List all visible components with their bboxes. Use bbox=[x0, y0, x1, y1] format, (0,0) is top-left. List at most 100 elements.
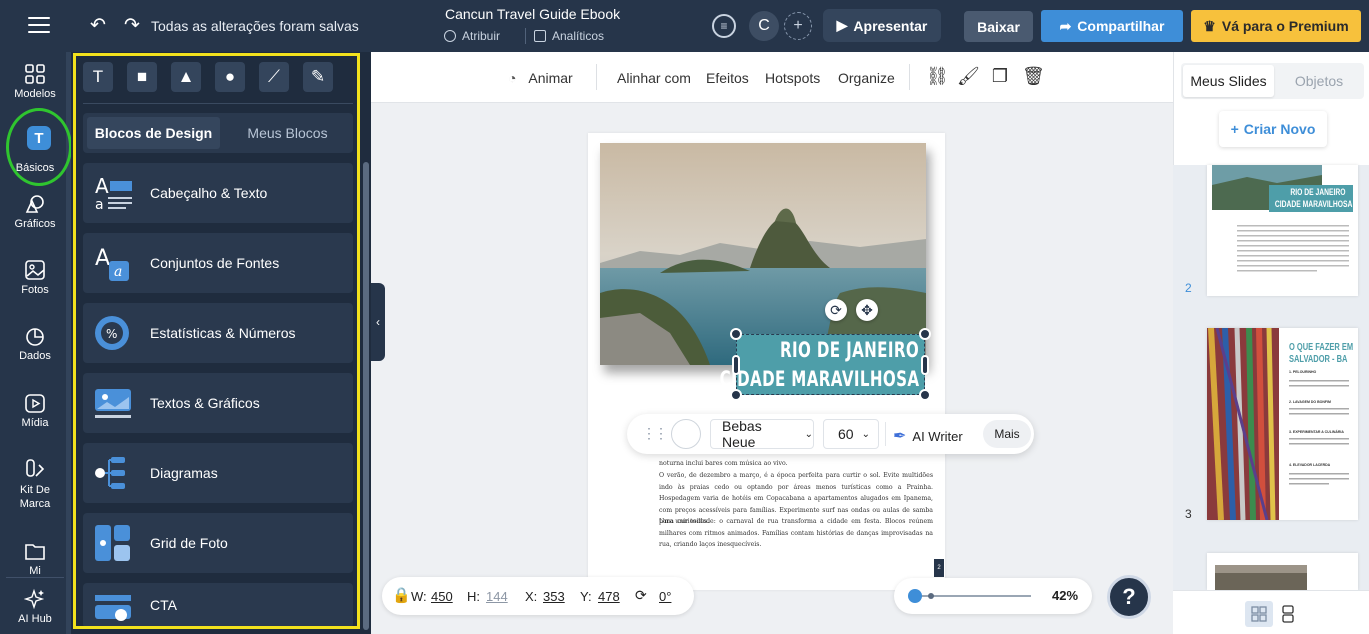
page-number: 2 bbox=[934, 559, 944, 577]
rail-item-ai-hub[interactable]: AI Hub bbox=[0, 588, 70, 625]
list-view-glyph bbox=[1282, 605, 1294, 623]
present-label: Apresentar bbox=[853, 17, 928, 34]
zoom-knob[interactable] bbox=[908, 589, 922, 603]
share-label: Compartilhar bbox=[1077, 18, 1165, 34]
sparkles-icon bbox=[24, 588, 45, 610]
save-status: Todas as alterações foram salvas bbox=[151, 18, 359, 34]
color-picker[interactable] bbox=[671, 419, 701, 449]
menu-icon[interactable] bbox=[28, 17, 50, 35]
slide-thumbnail-3[interactable]: O QUE FAZER EM SALVADOR - BA 1. PELOURIN… bbox=[1207, 328, 1358, 520]
banner-line-1: RIO DE JANEIRO bbox=[779, 338, 919, 362]
tab-my-slides[interactable]: Meus Slides bbox=[1183, 65, 1274, 97]
media-icon bbox=[25, 394, 45, 413]
avatar[interactable]: C bbox=[749, 11, 779, 41]
brush-icon[interactable]: 🖌 bbox=[957, 66, 980, 88]
premium-label: Vá para o Premium bbox=[1221, 18, 1349, 34]
highlight-box bbox=[73, 53, 360, 629]
grid-view-icon[interactable] bbox=[1245, 601, 1273, 627]
grid-view-glyph bbox=[1251, 606, 1267, 622]
slide-2-preview bbox=[1212, 165, 1353, 272]
help-button[interactable]: ? bbox=[1107, 575, 1151, 619]
collapse-panel-icon[interactable]: ‹ bbox=[371, 283, 385, 361]
y-input[interactable]: 478 bbox=[598, 589, 620, 604]
share-button[interactable]: ➦ Compartilhar bbox=[1041, 10, 1183, 42]
thumb-3-heading-2: 2. LAVAGEM DO BONFIM bbox=[1289, 400, 1331, 404]
assign-label: Atribuir bbox=[462, 29, 501, 43]
rio-photo-image bbox=[600, 143, 926, 365]
slide-number-2: 2 bbox=[1185, 281, 1192, 295]
rail-item-media[interactable]: Mídia bbox=[0, 392, 70, 429]
add-collaborator-icon[interactable]: + bbox=[784, 12, 812, 40]
list-view-icon[interactable] bbox=[1276, 601, 1300, 627]
animate-label: Animar bbox=[528, 70, 573, 86]
link-icon[interactable]: ⛓ bbox=[926, 66, 949, 88]
document-title[interactable]: Cancun Travel Guide Ebook bbox=[445, 6, 620, 22]
rio-photo[interactable] bbox=[600, 143, 926, 365]
effects-button[interactable]: Efeitos bbox=[706, 70, 749, 86]
rail-label: Dados bbox=[19, 350, 51, 362]
rail-item-data[interactable]: Dados bbox=[0, 325, 70, 362]
rail-label: AI Hub bbox=[18, 613, 52, 625]
slide-4-preview bbox=[1215, 565, 1307, 590]
resize-handle-right[interactable] bbox=[921, 355, 929, 375]
title-banner[interactable]: RIO DE JANEIRO CIDADE MARAVILHOSA bbox=[719, 334, 925, 395]
panel-scrollbar[interactable] bbox=[363, 162, 369, 630]
chevron-down-icon: ⌄ bbox=[804, 428, 813, 440]
ai-writer-button[interactable]: ✒ AI Writer bbox=[893, 426, 963, 446]
animate-icon: ◔ bbox=[508, 70, 517, 86]
present-button[interactable]: ▶ Apresentar bbox=[823, 9, 941, 42]
download-button[interactable]: Baixar bbox=[964, 11, 1033, 42]
rail-item-my-files[interactable]: Mi bbox=[0, 540, 70, 577]
font-size-select[interactable]: 60 ⌄ bbox=[823, 419, 879, 449]
dimensions-bar: 🔒 W: 450 H: 144 X: 353 Y: 478 ⟳ 0° bbox=[382, 577, 694, 615]
animate-button[interactable]: ◔ Animar bbox=[508, 70, 573, 86]
redo-icon[interactable]: ↷ bbox=[124, 14, 140, 37]
chevron-down-icon: ⌄ bbox=[861, 428, 870, 440]
align-button[interactable]: Alinhar com bbox=[617, 70, 691, 86]
analytics-button[interactable]: Analíticos bbox=[534, 27, 604, 45]
undo-icon[interactable]: ↶ bbox=[90, 14, 106, 37]
lock-icon[interactable]: 🔒 bbox=[392, 586, 411, 604]
resize-handle-bl[interactable] bbox=[730, 389, 742, 401]
tab-objects[interactable]: Objetos bbox=[1276, 65, 1362, 97]
resize-handle-tl[interactable] bbox=[730, 328, 742, 340]
move-icon[interactable]: ✥ bbox=[856, 299, 878, 321]
rail-label: Mídia bbox=[21, 417, 49, 429]
resize-handle-br[interactable] bbox=[919, 389, 931, 401]
brand-kit-icon bbox=[26, 459, 45, 477]
hotspots-button[interactable]: Hotspots bbox=[765, 70, 820, 86]
pie-chart-icon bbox=[26, 328, 44, 346]
rail-item-graphics[interactable]: Gráficos bbox=[0, 193, 70, 230]
assign-button[interactable]: Atribuir bbox=[444, 27, 500, 45]
thumb-2-title-1: RIO DE JANEIRO bbox=[1290, 187, 1346, 197]
rotation-input[interactable]: 0° bbox=[659, 589, 671, 604]
paragraph-3[interactable]: Uma curiosidade: o carnaval de rua trans… bbox=[659, 516, 933, 551]
slide-thumbnail-2[interactable]: RIO DE JANEIRO CIDADE MARAVILHOSA bbox=[1207, 165, 1358, 296]
width-input[interactable]: 450 bbox=[431, 589, 453, 604]
rotate-icon[interactable]: ⟳ bbox=[825, 299, 847, 321]
resize-handle-left[interactable] bbox=[732, 355, 740, 375]
create-new-button[interactable]: + Criar Novo bbox=[1219, 111, 1327, 147]
drag-handle-icon[interactable]: ⋮⋮ bbox=[642, 425, 668, 442]
photo-icon bbox=[25, 260, 45, 280]
rail-label: Kit De Marca bbox=[19, 484, 51, 510]
slide-thumbnail-4[interactable] bbox=[1207, 553, 1358, 590]
rail-item-photos[interactable]: Fotos bbox=[0, 259, 70, 296]
rail-label: Mi bbox=[29, 565, 41, 577]
height-input[interactable]: 144 bbox=[486, 589, 508, 604]
organize-button[interactable]: Organize bbox=[838, 70, 895, 86]
copy-icon[interactable]: ❐ bbox=[990, 66, 1010, 88]
text-icon[interactable]: T bbox=[27, 126, 51, 150]
rail-item-templates[interactable]: Modelos bbox=[0, 63, 70, 100]
more-button[interactable]: Mais bbox=[983, 420, 1031, 448]
font-select[interactable]: Bebas Neue ⌄ bbox=[710, 418, 814, 450]
comment-icon[interactable]: ≡ bbox=[712, 14, 736, 38]
x-input[interactable]: 353 bbox=[543, 589, 565, 604]
rail-item-brand-kit[interactable]: Kit De Marca bbox=[0, 458, 70, 511]
trash-icon[interactable]: 🗑 bbox=[1022, 66, 1045, 88]
paragraph-1-tail[interactable]: noturna inclui bares com música ao vivo. bbox=[659, 458, 933, 470]
resize-handle-tr[interactable] bbox=[919, 328, 931, 340]
plus-icon: + bbox=[1230, 121, 1239, 137]
premium-button[interactable]: ♛ Vá para o Premium bbox=[1191, 10, 1361, 42]
rail-item-basics[interactable]: Básicos bbox=[0, 162, 70, 174]
